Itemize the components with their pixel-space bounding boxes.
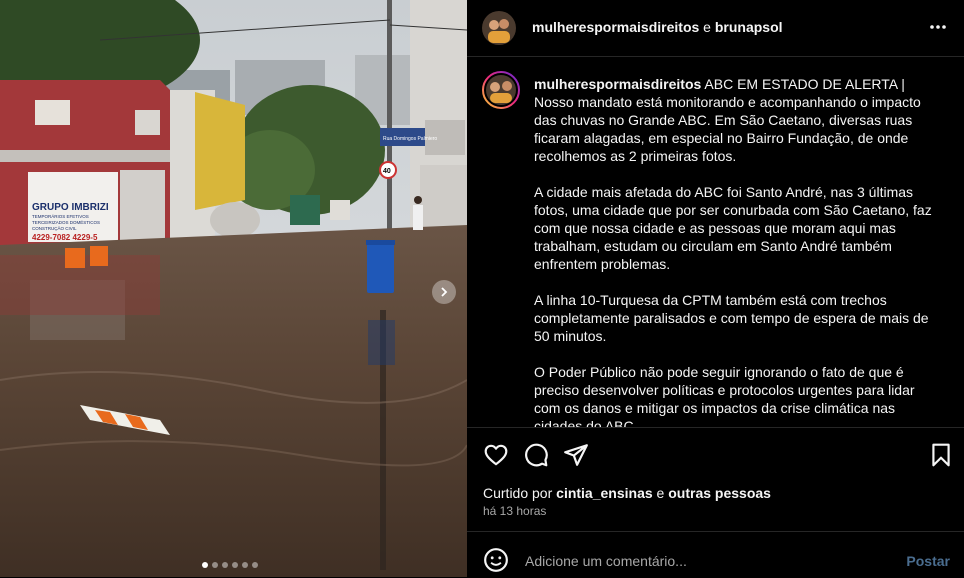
comment-input[interactable] [523, 546, 887, 576]
post-authors: mulherespormaisdireitos e brunapsol [532, 19, 783, 35]
share-send-icon[interactable] [563, 442, 589, 468]
post-comment-button[interactable]: Postar [906, 553, 950, 569]
liked-by-summary: Curtido por cintia_ensinas e outras pess… [483, 485, 771, 501]
comment-icon[interactable] [523, 442, 549, 468]
liked-by-user[interactable]: cintia_ensinas [556, 485, 653, 501]
speed-sign: 40 [383, 168, 391, 175]
caption-paragraph-2: A cidade mais afetada do ABC foi Santo A… [534, 184, 932, 272]
author-username[interactable]: mulherespormaisdireitos [532, 19, 699, 35]
post-timestamp[interactable]: há 13 horas [483, 504, 546, 518]
authors-connector: e [699, 19, 715, 35]
coauthor-username[interactable]: brunapsol [715, 19, 783, 35]
caption-username[interactable]: mulherespormaisdireitos [534, 76, 701, 92]
sign-title: GRUPO IMBRIZI [32, 202, 109, 213]
carousel-dot-active [202, 562, 208, 568]
sign-line-1: TEMPORÁRIOS EFETIVOS [32, 213, 89, 219]
carousel-dot [252, 562, 258, 568]
next-photo-button[interactable] [432, 280, 456, 304]
carousel-dot [212, 562, 218, 568]
post-actions [467, 427, 964, 476]
sign-line-3: CONSTRUÇÃO CIVIL [32, 225, 77, 231]
flood-street-image: GRUPO IMBRIZI TEMPORÁRIOS EFETIVOS TERCE… [0, 0, 467, 577]
carousel-indicator [202, 562, 258, 568]
street-sign: Rua Domingos Palmiero [383, 136, 437, 142]
post-caption: mulherespormaisdireitos ABC EM ESTADO DE… [534, 75, 934, 427]
emoji-icon[interactable] [483, 547, 509, 573]
caption-author-avatar[interactable] [482, 71, 520, 109]
likes-connector: e [652, 485, 669, 501]
caption-paragraph-3: A linha 10-Turquesa da CPTM também está … [534, 292, 929, 344]
save-bookmark-icon[interactable] [928, 442, 954, 468]
sign-line-2: TERCEIRIZADOS DOMÉSTICOS [32, 219, 100, 225]
author-avatar[interactable] [482, 11, 516, 45]
carousel-dot [232, 562, 238, 568]
like-heart-icon[interactable] [483, 442, 509, 468]
caption-paragraph-4: O Poder Público não pode seguir ignorand… [534, 364, 915, 427]
post-photo[interactable]: GRUPO IMBRIZI TEMPORÁRIOS EFETIVOS TERCE… [0, 0, 467, 577]
likes-prefix: Curtido por [483, 485, 557, 501]
post-details-panel: mulherespormaisdireitos e brunapsol mulh… [467, 0, 964, 577]
caption-area: mulherespormaisdireitos ABC EM ESTADO DE… [467, 57, 964, 427]
more-options-icon[interactable] [928, 17, 948, 37]
chevron-right-icon [441, 287, 448, 297]
post-header: mulherespormaisdireitos e brunapsol [467, 0, 964, 57]
comment-bar: Postar [467, 531, 964, 578]
sign-phone: 4229-7082 4229-5 [32, 233, 98, 242]
carousel-dot [222, 562, 228, 568]
carousel-dot [242, 562, 248, 568]
caption-paragraph-1: mulherespormaisdireitos ABC EM ESTADO DE… [534, 75, 934, 165]
liked-by-others[interactable]: outras pessoas [668, 485, 771, 501]
